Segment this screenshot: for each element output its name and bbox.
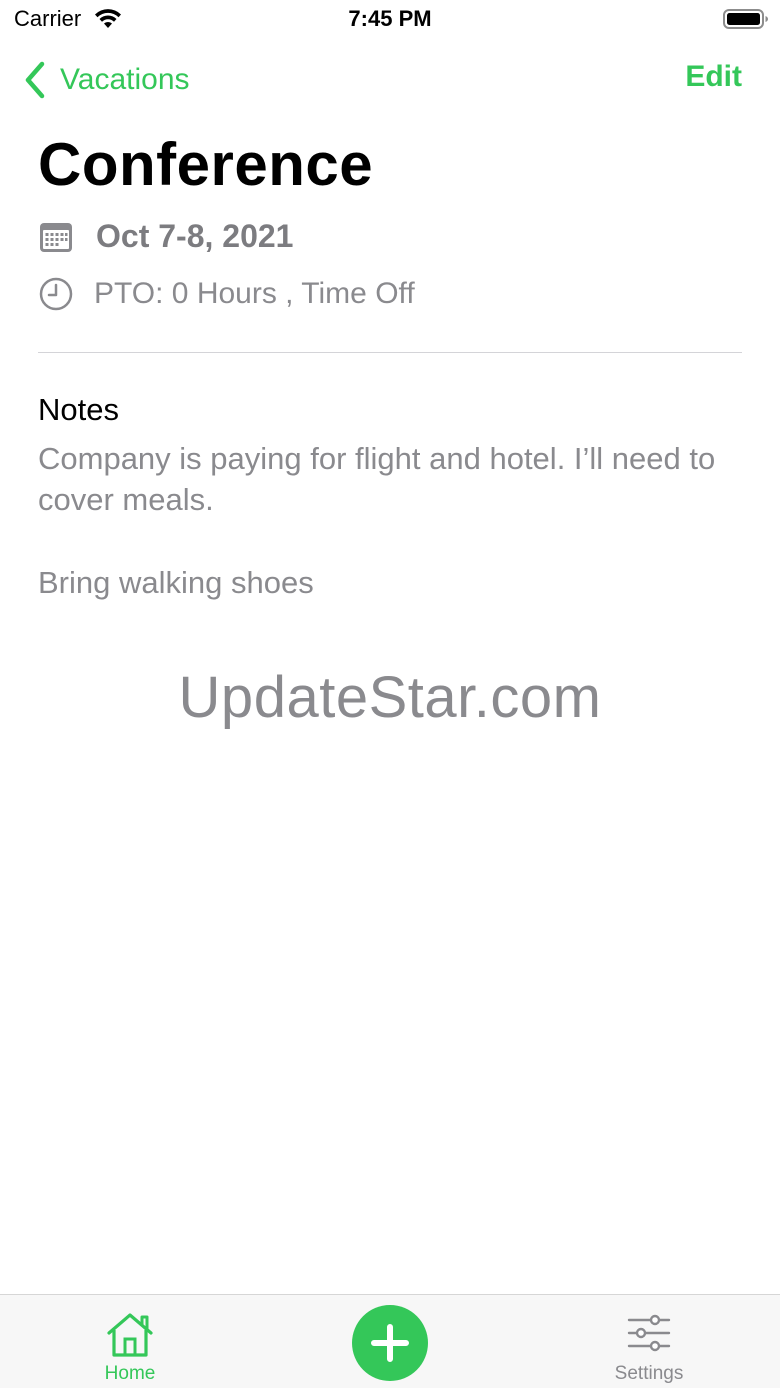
date-row: Oct 7-8, 2021 bbox=[38, 218, 293, 255]
chevron-left-icon bbox=[25, 61, 45, 99]
battery-icon bbox=[723, 9, 768, 29]
add-button[interactable] bbox=[352, 1305, 428, 1381]
event-date: Oct 7-8, 2021 bbox=[96, 218, 294, 254]
pto-summary: PTO: 0 Hours , Time Off bbox=[94, 277, 415, 310]
page-title: Conference bbox=[38, 131, 374, 198]
notes-heading: Notes bbox=[38, 392, 119, 427]
tab-home-label: Home bbox=[104, 1363, 156, 1384]
back-button[interactable]: Vacations bbox=[22, 58, 190, 102]
watermark: UpdateStar.com bbox=[178, 665, 602, 730]
notes-paragraph: Company is paying for flight and hotel. … bbox=[38, 441, 716, 517]
home-icon bbox=[107, 1313, 153, 1357]
tab-settings-label: Settings bbox=[614, 1363, 684, 1384]
status-bar: Carrier 7:45 PM bbox=[0, 0, 780, 40]
tab-home[interactable]: Home bbox=[90, 1303, 170, 1385]
edit-button[interactable]: Edit bbox=[685, 60, 742, 94]
back-button-label: Vacations bbox=[60, 63, 190, 96]
tab-bar: Home Settings bbox=[0, 1294, 780, 1388]
tab-settings[interactable]: Settings bbox=[600, 1303, 698, 1385]
notes-paragraph: Bring walking shoes bbox=[38, 565, 314, 600]
notes-body: Company is paying for flight and hotel. … bbox=[38, 438, 738, 603]
divider bbox=[38, 352, 742, 353]
sliders-icon bbox=[627, 1314, 671, 1352]
pto-row: PTO: 0 Hours , Time Off bbox=[38, 276, 415, 312]
plus-icon bbox=[371, 1324, 409, 1362]
status-time: 7:45 PM bbox=[348, 6, 432, 31]
clock-icon bbox=[39, 277, 73, 311]
calendar-icon bbox=[40, 222, 72, 252]
